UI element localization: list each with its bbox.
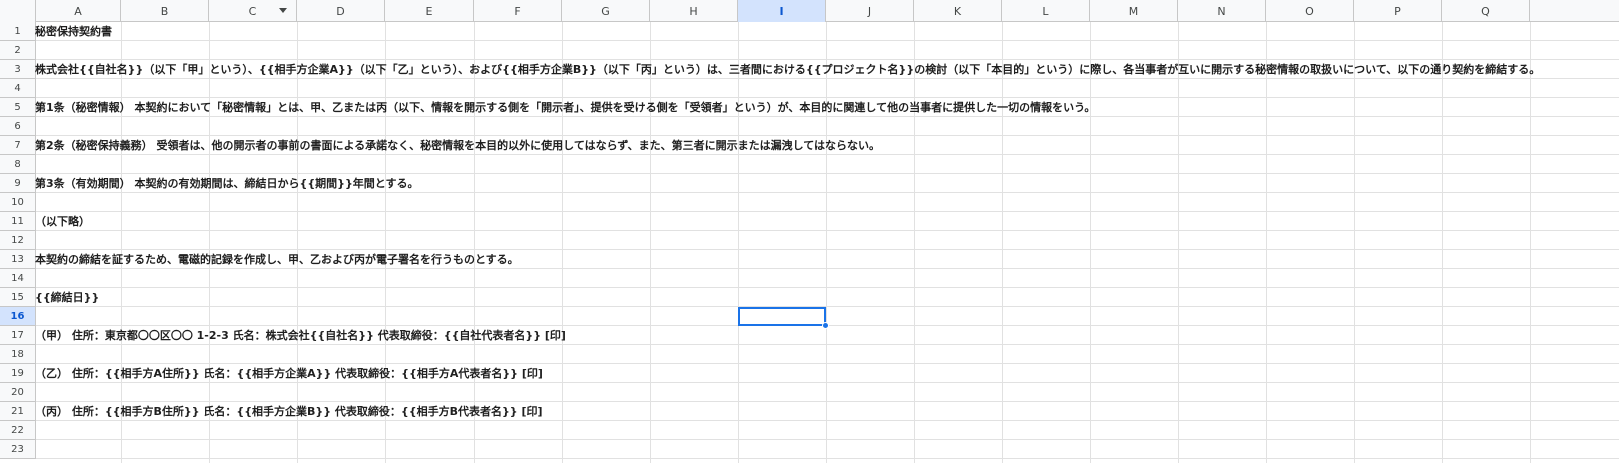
row-header[interactable]: 17 bbox=[0, 326, 36, 345]
cell-a3[interactable]: 株式会社{{自社名}}（以下「甲」という）、{{相手方企業A}}（以下「乙」とい… bbox=[35, 60, 1540, 79]
column-header-bar: A B C D E F G H I J K L M N O P Q bbox=[0, 0, 1619, 22]
column-header-i[interactable]: I bbox=[738, 0, 826, 22]
row-header[interactable]: 2 bbox=[0, 41, 36, 60]
sheet-row: 12 bbox=[0, 231, 1619, 250]
column-header-o[interactable]: O bbox=[1266, 0, 1354, 22]
sheet-row: 2 bbox=[0, 41, 1619, 60]
sheet-row: 3 株式会社{{自社名}}（以下「甲」という）、{{相手方企業A}}（以下「乙」… bbox=[0, 60, 1619, 79]
row-header[interactable]: 3 bbox=[0, 60, 36, 79]
select-all-corner[interactable] bbox=[0, 0, 36, 22]
column-header-q[interactable]: Q bbox=[1442, 0, 1530, 22]
cell-a17[interactable]: （甲） 住所：東京都〇〇区〇〇 1-2-3 氏名：株式会社{{自社名}} 代表取… bbox=[35, 326, 566, 345]
sheet-row: 8 bbox=[0, 155, 1619, 174]
sheet-row: 14 bbox=[0, 269, 1619, 288]
row-header[interactable]: 20 bbox=[0, 383, 36, 402]
column-header-j[interactable]: J bbox=[826, 0, 914, 22]
row-header[interactable]: 15 bbox=[0, 288, 36, 307]
column-header-m[interactable]: M bbox=[1090, 0, 1178, 22]
column-header-c-label: C bbox=[248, 4, 257, 18]
column-header-p[interactable]: P bbox=[1354, 0, 1442, 22]
sheet-row: 5 第1条（秘密情報） 本契約において「秘密情報」とは、甲、乙または丙（以下、情… bbox=[0, 98, 1619, 117]
sheet-row: 22 bbox=[0, 421, 1619, 440]
column-header-c[interactable]: C bbox=[209, 0, 297, 22]
cell-a15[interactable]: {{締結日}} bbox=[35, 288, 99, 307]
column-header-d[interactable]: D bbox=[297, 0, 385, 22]
column-header-f[interactable]: F bbox=[474, 0, 562, 22]
sheet-row: 9 第3条（有効期間） 本契約の有効期間は、締結日から{{期間}}年間とする。 bbox=[0, 174, 1619, 193]
cell-a21[interactable]: （丙） 住所：{{相手方B住所}} 氏名：{{相手方企業B}} 代表取締役：{{… bbox=[35, 402, 543, 421]
column-header-e[interactable]: E bbox=[385, 0, 474, 22]
active-cell-selection[interactable] bbox=[738, 307, 826, 326]
column-menu-dropdown-icon[interactable] bbox=[279, 8, 287, 13]
sheet-row: 1 秘密保持契約書 bbox=[0, 22, 1619, 41]
sheet-row: 23 bbox=[0, 440, 1619, 459]
row-header-active[interactable]: 16 bbox=[0, 307, 36, 326]
row-header[interactable]: 22 bbox=[0, 421, 36, 440]
sheet-row: 10 bbox=[0, 193, 1619, 212]
row-header[interactable]: 6 bbox=[0, 117, 36, 136]
cell-a5[interactable]: 第1条（秘密情報） 本契約において「秘密情報」とは、甲、乙または丙（以下、情報を… bbox=[35, 98, 1095, 117]
sheet-row: 15 {{締結日}} bbox=[0, 288, 1619, 307]
cell-a13[interactable]: 本契約の締結を証するため、電磁的記録を作成し、甲、乙および丙が電子署名を行うもの… bbox=[35, 250, 519, 269]
sheet-row: 4 bbox=[0, 79, 1619, 98]
sheet-row: 20 bbox=[0, 383, 1619, 402]
sheet-row: 19 （乙） 住所：{{相手方A住所}} 氏名：{{相手方企業A}} 代表取締役… bbox=[0, 364, 1619, 383]
cell-a7[interactable]: 第2条（秘密保持義務） 受領者は、他の開示者の事前の書面による承諾なく、秘密情報… bbox=[35, 136, 880, 155]
row-header[interactable]: 13 bbox=[0, 250, 36, 269]
cell-a9[interactable]: 第3条（有効期間） 本契約の有効期間は、締結日から{{期間}}年間とする。 bbox=[35, 174, 418, 193]
sheet-row: 18 bbox=[0, 345, 1619, 364]
row-header[interactable]: 10 bbox=[0, 193, 36, 212]
column-header-g[interactable]: G bbox=[562, 0, 650, 22]
fill-handle[interactable] bbox=[822, 322, 829, 329]
row-header[interactable]: 21 bbox=[0, 402, 36, 421]
column-header-a[interactable]: A bbox=[36, 0, 121, 22]
sheet-row: 21 （丙） 住所：{{相手方B住所}} 氏名：{{相手方企業B}} 代表取締役… bbox=[0, 402, 1619, 421]
sheet-row: 11 （以下略） bbox=[0, 212, 1619, 231]
row-header[interactable]: 11 bbox=[0, 212, 36, 231]
row-header[interactable]: 5 bbox=[0, 98, 36, 117]
row-header[interactable]: 14 bbox=[0, 269, 36, 288]
row-header[interactable]: 9 bbox=[0, 174, 36, 193]
sheet-row: 17 （甲） 住所：東京都〇〇区〇〇 1-2-3 氏名：株式会社{{自社名}} … bbox=[0, 326, 1619, 345]
row-header[interactable]: 23 bbox=[0, 440, 36, 459]
row-header[interactable]: 7 bbox=[0, 136, 36, 155]
column-header-l[interactable]: L bbox=[1002, 0, 1090, 22]
row-header[interactable]: 18 bbox=[0, 345, 36, 364]
cell-a11[interactable]: （以下略） bbox=[35, 212, 90, 231]
sheet-row: 6 bbox=[0, 117, 1619, 136]
row-header[interactable]: 19 bbox=[0, 364, 36, 383]
column-header-k[interactable]: K bbox=[914, 0, 1002, 22]
spreadsheet-grid: A B C D E F G H I J K L M N O P Q 1 秘密保持… bbox=[0, 0, 1619, 463]
row-header[interactable]: 1 bbox=[0, 22, 36, 41]
column-header-h[interactable]: H bbox=[650, 0, 738, 22]
column-header-b[interactable]: B bbox=[121, 0, 209, 22]
cell-a1[interactable]: 秘密保持契約書 bbox=[35, 22, 112, 41]
row-header[interactable]: 8 bbox=[0, 155, 36, 174]
cell-a19[interactable]: （乙） 住所：{{相手方A住所}} 氏名：{{相手方企業A}} 代表取締役：{{… bbox=[35, 364, 543, 383]
sheet-row: 13 本契約の締結を証するため、電磁的記録を作成し、甲、乙および丙が電子署名を行… bbox=[0, 250, 1619, 269]
row-header[interactable]: 12 bbox=[0, 231, 36, 250]
sheet-row: 7 第2条（秘密保持義務） 受領者は、他の開示者の事前の書面による承諾なく、秘密… bbox=[0, 136, 1619, 155]
row-header[interactable]: 4 bbox=[0, 79, 36, 98]
column-header-n[interactable]: N bbox=[1178, 0, 1266, 22]
